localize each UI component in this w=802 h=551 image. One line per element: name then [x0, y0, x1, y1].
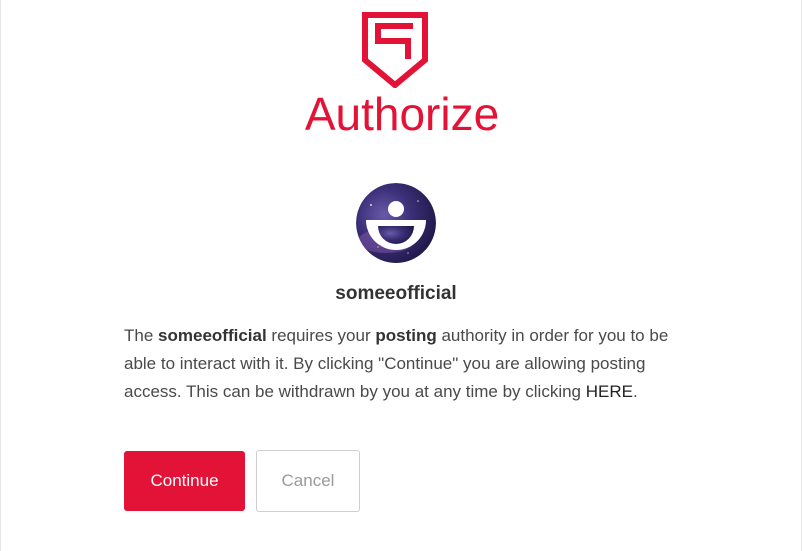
message-text: The	[124, 326, 159, 345]
steem-shield-logo-icon	[362, 12, 428, 88]
page-title: Authorize	[304, 88, 500, 140]
avatar	[356, 183, 436, 263]
someeofficial-avatar-icon	[356, 183, 436, 263]
continue-button[interactable]: Continue	[124, 451, 245, 511]
account-username: someeofficial	[335, 283, 457, 304]
cancel-button[interactable]: Cancel	[256, 450, 360, 512]
authorization-message: The someeofficial requires your posting …	[124, 322, 672, 406]
revoke-here-link[interactable]: HERE	[586, 382, 633, 401]
message-text: .	[632, 382, 638, 401]
message-text: requires your	[266, 326, 376, 345]
authorize-page: Authorize someeofficial The someeofficia…	[0, 0, 802, 551]
message-account-name: someeofficial	[158, 326, 267, 345]
message-authority: posting	[375, 326, 437, 345]
